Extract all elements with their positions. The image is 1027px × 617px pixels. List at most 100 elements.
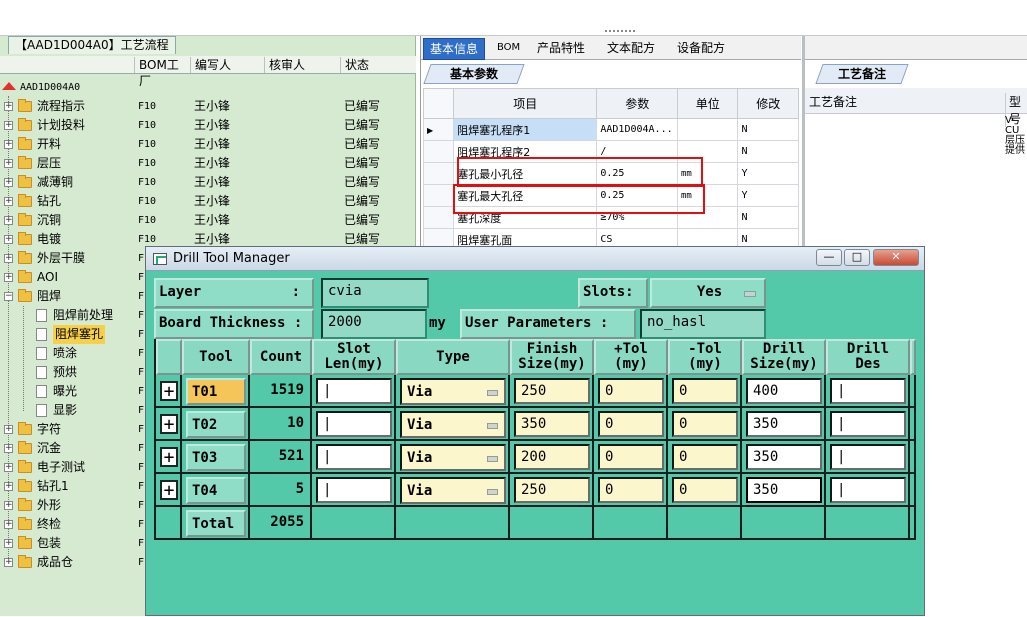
finish-size-input[interactable]: 250: [514, 378, 590, 404]
minus-tol-input[interactable]: 0: [672, 477, 738, 503]
expand-icon[interactable]: +: [4, 273, 13, 282]
column-status[interactable]: 状态: [340, 57, 416, 73]
expand-icon[interactable]: +: [4, 501, 13, 510]
tree-item[interactable]: + 减薄铜 F10 王小锋 已编写: [0, 173, 416, 192]
tab-basic-params[interactable]: 基本参数: [423, 64, 525, 84]
slot-len-input[interactable]: |: [316, 477, 392, 503]
minus-tol-input[interactable]: 0: [672, 378, 738, 404]
param-value[interactable]: AAD1D004A...: [596, 118, 679, 141]
expand-icon[interactable]: +: [4, 140, 13, 149]
finish-size-input[interactable]: 350: [514, 411, 590, 437]
collapse-icon[interactable]: −: [4, 292, 13, 301]
tab-bom[interactable]: BOM: [491, 38, 526, 60]
header-modify[interactable]: 修改: [737, 88, 799, 119]
drill-size-input[interactable]: 350: [746, 411, 822, 437]
header-count[interactable]: Count: [250, 339, 312, 375]
expand-icon[interactable]: +: [4, 102, 13, 111]
header-item[interactable]: 项目: [453, 88, 598, 119]
header-des[interactable]: Drill Des: [826, 339, 910, 375]
type-dropdown[interactable]: Via: [400, 378, 506, 405]
tab-equipment-recipe[interactable]: 设备配方: [671, 38, 731, 60]
drill-des-input[interactable]: |: [830, 411, 906, 437]
finish-size-input[interactable]: 250: [514, 477, 590, 503]
tool-id[interactable]: T04: [186, 477, 246, 504]
maximize-button[interactable]: □: [844, 249, 870, 266]
tree-item[interactable]: + 计划投料 F10 王小锋 已编写: [0, 116, 416, 135]
expand-icon[interactable]: +: [4, 558, 13, 567]
plus-tol-input[interactable]: 0: [598, 411, 664, 437]
plus-tol-input[interactable]: 0: [598, 444, 664, 470]
column-author[interactable]: 编写人: [190, 57, 264, 73]
minus-tol-input[interactable]: 0: [672, 444, 738, 470]
param-modify[interactable]: N: [737, 118, 799, 141]
type-dropdown[interactable]: Via: [400, 477, 506, 504]
expand-icon[interactable]: +: [4, 520, 13, 529]
tree-item[interactable]: + 钻孔 F10 王小锋 已编写: [0, 192, 416, 211]
param-modify[interactable]: Y: [737, 162, 799, 185]
slots-dropdown[interactable]: Yes: [650, 278, 766, 308]
header-finish[interactable]: Finish Size(my): [510, 339, 594, 375]
plus-tol-input[interactable]: 0: [598, 477, 664, 503]
header-type[interactable]: Type: [396, 339, 510, 375]
expand-tool-button[interactable]: +: [160, 480, 178, 500]
slot-len-input[interactable]: |: [316, 378, 392, 404]
column-reviewer[interactable]: 核审人: [264, 57, 340, 73]
splitter-grip[interactable]: [605, 30, 635, 33]
close-button[interactable]: ✕: [873, 249, 919, 266]
type-dropdown[interactable]: Via: [400, 444, 506, 471]
expand-icon[interactable]: +: [4, 235, 13, 244]
expand-icon[interactable]: +: [4, 539, 13, 548]
tool-id[interactable]: T02: [186, 411, 246, 438]
slot-len-input[interactable]: |: [316, 411, 392, 437]
dialog-title-bar[interactable]: Drill Tool Manager — □ ✕: [146, 247, 924, 271]
tab-product-features[interactable]: 产品特性: [531, 38, 591, 60]
expand-icon[interactable]: +: [4, 216, 13, 225]
user-parameters-field[interactable]: no_hasl: [640, 309, 766, 339]
drill-des-input[interactable]: |: [830, 444, 906, 470]
header-ntol[interactable]: -Tol (my): [668, 339, 742, 375]
finish-size-input[interactable]: 200: [514, 444, 590, 470]
slot-len-input[interactable]: |: [316, 444, 392, 470]
drill-size-input[interactable]: 400: [746, 378, 822, 404]
tree-item[interactable]: + 层压 F10 王小锋 已编写: [0, 154, 416, 173]
tool-id[interactable]: T03: [186, 444, 246, 471]
expand-icon[interactable]: +: [4, 178, 13, 187]
tab-text-recipe[interactable]: 文本配方: [601, 38, 661, 60]
expand-icon[interactable]: +: [4, 159, 13, 168]
expand-tool-button[interactable]: +: [160, 447, 178, 467]
tool-id[interactable]: T01: [186, 378, 246, 405]
tree-item[interactable]: + 流程指示 F10 王小锋 已编写: [0, 97, 416, 116]
drill-size-input[interactable]: 350: [746, 444, 822, 470]
expand-tool-button[interactable]: +: [160, 381, 178, 401]
tab-process-notes[interactable]: 工艺备注: [815, 64, 909, 84]
header-drill[interactable]: Drill Size(my): [742, 339, 826, 375]
board-thickness-field[interactable]: 2000: [321, 309, 427, 339]
drill-des-input[interactable]: |: [830, 477, 906, 503]
expand-icon[interactable]: +: [4, 121, 13, 130]
tree-item[interactable]: + 沉铜 F10 王小锋 已编写: [0, 211, 416, 230]
header-param[interactable]: 参数: [596, 88, 679, 119]
param-modify[interactable]: Y: [737, 184, 799, 207]
expand-tool-button[interactable]: +: [160, 414, 178, 434]
header-tool[interactable]: Tool: [182, 339, 250, 375]
plus-tol-input[interactable]: 0: [598, 378, 664, 404]
expand-icon[interactable]: +: [4, 254, 13, 263]
tab-basic-info[interactable]: 基本信息: [423, 38, 486, 60]
expand-icon[interactable]: +: [4, 444, 13, 453]
layer-field[interactable]: cvia: [321, 278, 429, 308]
header-slot[interactable]: Slot Len(my): [312, 339, 396, 375]
expand-icon[interactable]: +: [4, 197, 13, 206]
expand-icon[interactable]: +: [4, 482, 13, 491]
param-modify[interactable]: N: [737, 140, 799, 163]
header-ptol[interactable]: +Tol (my): [594, 339, 668, 375]
drill-des-input[interactable]: |: [830, 378, 906, 404]
expand-icon[interactable]: +: [4, 425, 13, 434]
drill-size-input[interactable]: 350: [746, 477, 822, 503]
type-dropdown[interactable]: Via: [400, 411, 506, 438]
minus-tol-input[interactable]: 0: [672, 411, 738, 437]
minimize-button[interactable]: —: [816, 249, 842, 266]
param-row[interactable]: ▶ 阻焊塞孔程序1 AAD1D004A... N: [422, 118, 799, 141]
tree-root[interactable]: AAD1D004A0: [0, 78, 416, 97]
tree-item[interactable]: + 开料 F10 王小锋 已编写: [0, 135, 416, 154]
header-unit[interactable]: 单位: [677, 88, 739, 119]
